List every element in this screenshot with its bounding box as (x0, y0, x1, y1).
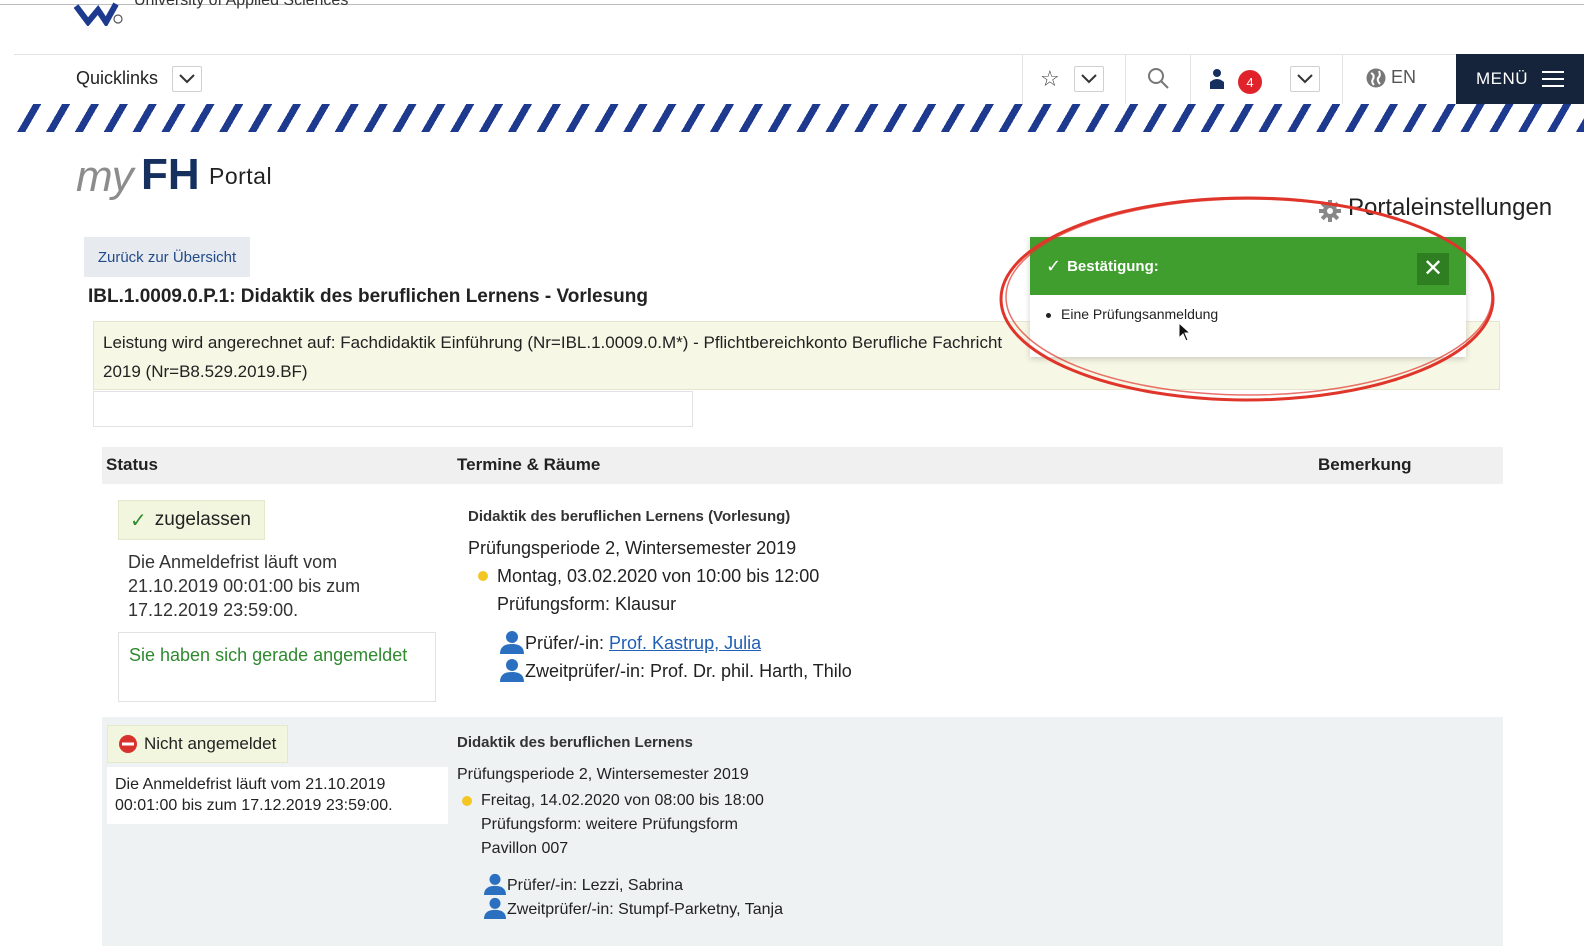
person-icon (484, 897, 506, 919)
nav-separator (1022, 54, 1023, 104)
nav-separator (1125, 54, 1126, 104)
quicklinks-dropdown[interactable] (172, 66, 202, 92)
second-examiner: Zweitprüfer/-in: Prof. Dr. phil. Harth, … (525, 661, 852, 681)
examiner: Prüfer/-in: Lezzi, Sabrina (507, 877, 684, 894)
examiner-link[interactable]: Prof. Kastrup, Julia (609, 633, 761, 654)
examiner-row: Prüfer/-in: Prof. Kastrup, Julia (500, 630, 761, 654)
exam-date: Montag, 03.02.2020 von 10:00 bis 12:00 (497, 566, 820, 586)
user-icon[interactable] (1209, 68, 1225, 90)
chevron-down-icon (1081, 74, 1097, 84)
nav-divider (14, 54, 1584, 55)
status-badge-not-registered: Nicht angemeldet (107, 725, 288, 763)
exam-date: Freitag, 14.02.2020 von 08:00 bis 18:00 (481, 792, 764, 809)
registration-deadline: Die Anmeldefrist läuft vom 21.10.2019 00… (128, 552, 361, 620)
favorites-dropdown[interactable] (1074, 66, 1104, 92)
brand-portal: Portal (209, 163, 273, 189)
toast-title: Bestätigung: (1067, 257, 1159, 275)
bullet-icon (1046, 312, 1051, 318)
brand-fh: FH (141, 150, 200, 199)
credit-info-line2: 2019 (Nr=B8.529.2019.BF) (103, 362, 308, 381)
event-title: Didaktik des beruflichen Lernens (457, 734, 693, 751)
chevron-down-icon (1297, 74, 1313, 84)
language-switch[interactable]: EN (1391, 67, 1416, 88)
status-badge-admitted: ✓ zugelassen (118, 500, 265, 540)
user-dropdown[interactable] (1290, 66, 1320, 92)
nav-separator (1190, 54, 1191, 104)
column-header-dates-rooms: Termine & Räume (457, 455, 601, 474)
examiner-label: Prüfer/-in: (525, 633, 605, 653)
nav-separator (1342, 54, 1343, 104)
exam-period: Prüfungsperiode 2, Wintersemester 2019 (468, 538, 797, 558)
exam-room: Pavillon 007 (481, 840, 569, 857)
portal-settings-link[interactable]: Portaleinstellungen (1348, 194, 1552, 222)
quicklinks-label[interactable]: Quicklinks (76, 68, 158, 89)
notification-badge[interactable]: 4 (1238, 70, 1262, 94)
no-entry-icon (119, 735, 137, 753)
person-icon (500, 659, 524, 682)
chevron-down-icon (179, 74, 195, 84)
university-name: University of Applied Sciences (134, 0, 349, 9)
column-header-status: Status (106, 455, 158, 474)
event-title: Didaktik des beruflichen Lernens (Vorles… (468, 508, 791, 525)
search-icon[interactable] (1146, 66, 1170, 90)
examiner-row: Prüfer/-in: Lezzi, Sabrina (484, 873, 683, 895)
toast-item-text: Eine Prüfungsanmeldung (1061, 306, 1219, 322)
check-icon: ✓ (130, 509, 147, 532)
exam-period: Prüfungsperiode 2, Wintersemester 2019 (457, 766, 749, 783)
globe-icon[interactable] (1365, 67, 1387, 89)
empty-panel (93, 391, 693, 427)
toast-header: ✓ Bestätigung: (1030, 237, 1466, 295)
course-title: IBL.1.0009.0.P.1: Didaktik des beruflich… (88, 286, 648, 307)
second-examiner: Zweitprüfer/-in: Stumpf-Parketny, Tanja (507, 901, 783, 918)
check-icon: ✓ (1046, 255, 1062, 276)
status-dot-icon (462, 796, 472, 806)
table-row (102, 717, 1503, 946)
table-header (102, 447, 1503, 484)
exam-form: Prüfungsform: Klausur (497, 594, 677, 614)
status-label: zugelassen (154, 509, 251, 530)
column-header-remark: Bemerkung (1318, 455, 1412, 474)
back-to-overview-button[interactable]: Zurück zur Übersicht (84, 237, 250, 277)
registration-success-message: Sie haben sich gerade angemeldet (118, 632, 436, 702)
registration-deadline: Die Anmeldefrist läuft vom 21.10.2019 00… (107, 767, 448, 824)
person-icon (500, 631, 524, 654)
exam-form: Prüfungsform: weitere Prüfungsform (481, 816, 738, 833)
person-icon (484, 873, 506, 895)
gear-icon[interactable] (1318, 199, 1342, 223)
logo-icon[interactable] (74, 0, 124, 26)
brand-my: my (76, 152, 134, 201)
status-dot-icon (478, 571, 488, 581)
hamburger-icon (1542, 66, 1565, 92)
second-examiner-row: Zweitprüfer/-in: Stumpf-Parketny, Tanja (484, 897, 783, 919)
status-label: Nicht angemeldet (144, 734, 277, 753)
mouse-cursor-icon (1178, 322, 1192, 342)
star-icon[interactable]: ☆ (1040, 66, 1060, 92)
close-icon[interactable]: ✕ (1417, 253, 1449, 285)
decorative-stripe-band (14, 104, 1584, 132)
toast-list-item: Eine Prüfungsanmeldung (1046, 306, 1218, 322)
second-examiner-row: Zweitprüfer/-in: Prof. Dr. phil. Harth, … (500, 658, 852, 682)
menu-label: MENÜ (1476, 69, 1529, 88)
menu-button[interactable]: MENÜ (1456, 54, 1584, 104)
